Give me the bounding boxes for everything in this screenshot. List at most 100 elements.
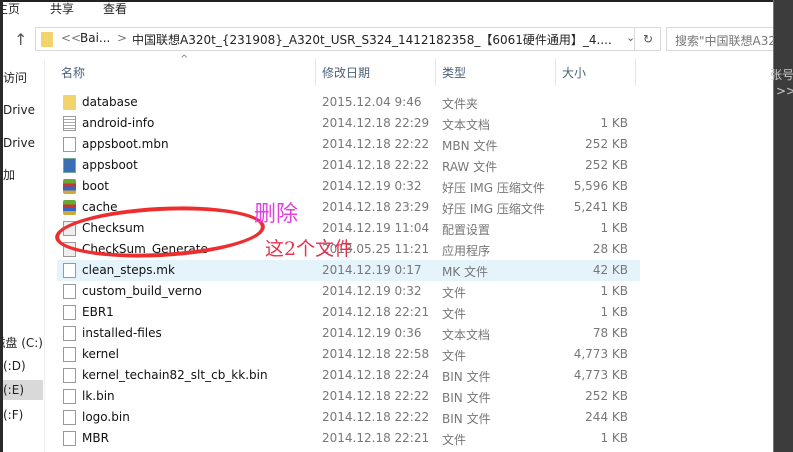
file-date: 2014.12.18 23:29 — [322, 200, 430, 214]
nav-drive-e[interactable]: (E:) — [3, 380, 43, 400]
file-name: kernel — [82, 347, 119, 361]
nav-drive[interactable]: Drive — [3, 133, 43, 153]
file-icon — [63, 284, 76, 299]
file-size: 1 KB — [600, 431, 628, 445]
file-icon — [63, 431, 76, 446]
file-icon — [63, 410, 76, 425]
file-type: 文件 — [442, 349, 467, 363]
nav-drive-d[interactable]: (D:) — [3, 356, 43, 376]
file-name: clean_steps.mk — [82, 263, 175, 277]
column-header-date[interactable]: 修改日期 — [322, 64, 370, 84]
file-type: 文件 — [442, 286, 467, 300]
file-type: 文本文档 — [442, 328, 491, 342]
file-date: 2014.12.18 22:22 — [322, 410, 430, 424]
file-date: 2014.12.19 0:32 — [322, 284, 422, 298]
bg-chevrons: >> — [776, 84, 793, 98]
column-header-size[interactable]: 大小 — [562, 64, 586, 84]
file-size: 244 KB — [585, 410, 628, 424]
file-size: 252 KB — [585, 158, 628, 172]
overflow-chevron[interactable]: << — [61, 31, 81, 45]
sort-ascending-icon: ^ — [180, 54, 189, 65]
file-row[interactable]: android-info 2014.12.18 22:29 文本文档 1 KB — [57, 113, 640, 134]
nav-item[interactable]: 加 — [3, 165, 43, 185]
file-row[interactable]: database 2015.12.04 9:46 文件夹 — [57, 92, 640, 113]
file-name: appsboot.mbn — [82, 137, 169, 151]
file-icon — [63, 347, 76, 362]
file-name: lk.bin — [82, 389, 115, 403]
file-date: 2014.12.19 11:04 — [322, 221, 430, 235]
file-row[interactable]: MBR 2014.12.18 22:21 文件 1 KB — [57, 428, 640, 449]
column-divider[interactable] — [315, 58, 316, 86]
address-bar[interactable]: << Bai... > 中国联想A320t_{231908}_A320t_USR… — [35, 27, 661, 51]
column-divider[interactable] — [555, 58, 556, 86]
file-icon — [63, 326, 76, 341]
file-type: BIN 文件 — [442, 370, 491, 384]
folder-icon — [63, 95, 76, 110]
file-row[interactable]: clean_steps.mk 2014.12.19 0:17 MK 文件 42 … — [57, 260, 640, 281]
file-type: BIN 文件 — [442, 391, 491, 405]
file-date: 2014.12.19 0:32 — [322, 179, 422, 193]
file-size: 5,241 KB — [573, 200, 628, 214]
file-size: 1 KB — [600, 305, 628, 319]
nav-drive-c[interactable]: 磁盘 (C:) — [3, 333, 43, 353]
file-type: 好压 IMG 压缩文件 — [442, 202, 545, 216]
pane-divider[interactable] — [44, 60, 45, 452]
file-icon — [63, 305, 76, 320]
file-icon — [63, 116, 76, 131]
bg-text: 张号 — [770, 68, 793, 82]
file-row[interactable]: kernel_techain82_slt_cb_kk.bin 2014.12.1… — [57, 365, 640, 386]
file-row[interactable]: kernel 2014.12.18 22:58 文件 4,773 KB — [57, 344, 640, 365]
column-divider[interactable] — [635, 58, 636, 86]
file-date: 2014.12.18 22:29 — [322, 116, 430, 130]
ribbon: 主页 共享 查看 — [0, 0, 773, 18]
search-input[interactable]: 搜索"中国联想A32 — [666, 27, 776, 51]
file-size: 5,596 KB — [573, 179, 628, 193]
tab-view[interactable]: 查看 — [103, 0, 127, 17]
tab-home[interactable]: 主页 — [0, 0, 20, 17]
file-row[interactable]: appsboot.mbn 2014.12.18 22:22 MBN 文件 252… — [57, 134, 640, 155]
column-header-type[interactable]: 类型 — [442, 64, 466, 84]
nav-onedrive[interactable]: Drive — [3, 100, 43, 120]
tab-share[interactable]: 共享 — [50, 0, 74, 17]
up-arrow-icon[interactable]: ↑ — [14, 30, 27, 49]
file-row[interactable]: boot 2014.12.19 0:32 好压 IMG 压缩文件 5,596 K… — [57, 176, 640, 197]
file-date: 2014.12.19 0:36 — [322, 326, 422, 340]
file-size: 78 KB — [592, 326, 628, 340]
file-row[interactable]: lk.bin 2014.12.18 22:22 BIN 文件 252 KB — [57, 386, 640, 407]
column-header-name[interactable]: 名称 — [61, 64, 85, 84]
breadcrumb-separator[interactable]: > — [117, 31, 127, 45]
column-divider[interactable] — [435, 58, 436, 86]
file-date: 2014.12.18 22:21 — [322, 431, 430, 445]
file-type: RAW 文件 — [442, 160, 498, 174]
file-date: 2014.12.18 22:22 — [322, 389, 430, 403]
breadcrumb-current[interactable]: 中国联想A320t_{231908}_A320t_USR_S324_141218… — [132, 31, 612, 48]
file-type: 配置设置 — [442, 223, 491, 237]
file-row[interactable]: logo.bin 2014.12.18 22:22 BIN 文件 244 KB — [57, 407, 640, 428]
file-row[interactable]: installed-files 2014.12.19 0:36 文本文档 78 … — [57, 323, 640, 344]
file-date: 2014.12.18 22:22 — [322, 137, 430, 151]
file-icon — [63, 389, 76, 404]
file-size: 4,773 KB — [573, 368, 628, 382]
file-type: 文件 — [442, 433, 467, 447]
file-row[interactable]: EBR1 2014.12.18 22:21 文件 1 KB — [57, 302, 640, 323]
breadcrumb-bai[interactable]: Bai... — [80, 31, 110, 45]
file-size: 1 KB — [600, 116, 628, 130]
file-icon — [63, 200, 76, 215]
file-name: database — [82, 95, 138, 109]
file-size: 1 KB — [600, 221, 628, 235]
navigation-pane: 访问 Drive Drive 加 磁盘 (C:) (D:) (E:) (F:) — [3, 60, 43, 452]
refresh-icon[interactable]: ↻ — [634, 27, 661, 51]
file-type: 好压 IMG 压缩文件 — [442, 181, 545, 195]
file-row[interactable]: custom_build_verno 2014.12.19 0:32 文件 1 … — [57, 281, 640, 302]
file-date: 2015.12.04 9:46 — [322, 95, 422, 109]
file-icon — [63, 179, 76, 194]
folder-icon — [41, 32, 53, 47]
nav-quick-access[interactable]: 访问 — [3, 68, 43, 88]
file-date: 2014.12.19 0:17 — [322, 263, 422, 277]
file-row[interactable]: appsboot 2014.12.18 22:22 RAW 文件 252 KB — [57, 155, 640, 176]
annotation-delete: 删除 — [254, 202, 299, 227]
nav-drive-f[interactable]: (F:) — [3, 405, 43, 425]
file-size: 1 KB — [600, 284, 628, 298]
file-icon — [63, 263, 76, 278]
file-name: kernel_techain82_slt_cb_kk.bin — [82, 368, 268, 382]
